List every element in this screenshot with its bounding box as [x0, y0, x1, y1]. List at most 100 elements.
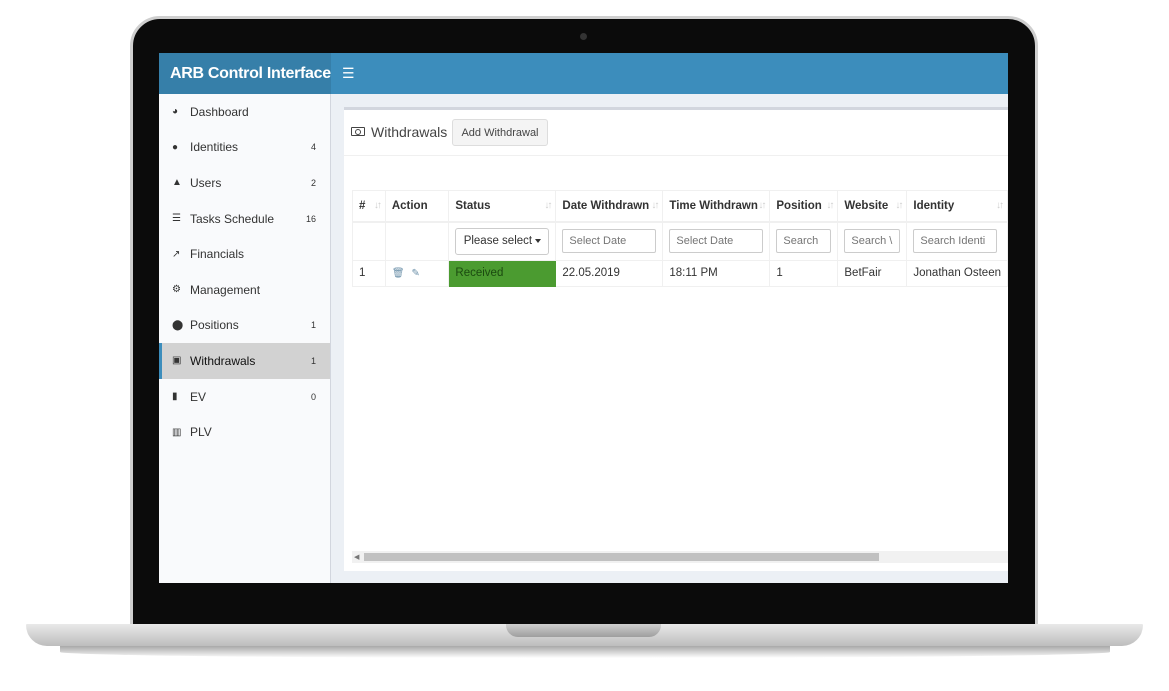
sort-icon[interactable]: ↓↑	[374, 200, 382, 211]
column-header-status[interactable]: Status ↓↑	[448, 190, 557, 223]
position-search-input[interactable]	[776, 229, 832, 254]
column-header-time-withdrawn[interactable]: Time Withdrawn ↓↑	[662, 190, 771, 223]
sidebar-item-label: Management	[190, 282, 261, 297]
scrollbar-thumb[interactable]	[364, 553, 879, 561]
money-icon	[351, 127, 365, 136]
cell-website: BetFair	[837, 260, 908, 287]
column-header-position[interactable]: Position ↓↑	[769, 190, 839, 223]
trash-icon[interactable]: 🗑	[392, 268, 405, 279]
tasks-icon: ☰	[172, 213, 181, 225]
money-icon: ▣	[172, 355, 182, 367]
table-row: 1 🗑 ✎ Received 22.05.2019 18:11 PM 1 BetF…	[352, 260, 1008, 287]
sidebar-item-label: Dashboard	[190, 104, 249, 119]
sidebar-item-ev[interactable]: ▮ EV 0	[159, 379, 330, 415]
sidebar-item-tasks-schedule[interactable]: ☰ Tasks Schedule 16	[159, 201, 330, 237]
cell-action: 🗑 ✎	[384, 260, 450, 287]
sort-icon[interactable]: ↓↑	[895, 200, 903, 211]
pencil-icon[interactable]: ✎	[412, 268, 420, 279]
column-header-label: Position	[776, 199, 822, 212]
withdrawals-box: Withdrawals Add Withdrawal # ↓↑ Action St…	[344, 107, 1008, 571]
sidebar-item-label: Financials	[190, 247, 245, 262]
caret-down-icon	[535, 239, 542, 244]
identity-search-input[interactable]	[913, 229, 998, 254]
sort-icon[interactable]: ↓↑	[651, 200, 659, 211]
screen: ARB Control Interface ☰ ◕ Dashboard ● Id…	[159, 53, 1008, 583]
column-header-label: Action	[391, 199, 428, 212]
box-header: Withdrawals Add Withdrawal	[344, 110, 1008, 156]
cell-date: 22.05.2019	[555, 260, 664, 287]
sidebar-item-plv[interactable]: ▥ PLV	[159, 414, 330, 450]
sidebar: ◕ Dashboard ● Identities 4 ▲ Users 2 ☰ T…	[159, 94, 331, 583]
sidebar-item-financials[interactable]: ↗ Financials	[159, 236, 330, 272]
sidebar-item-label: PLV	[190, 425, 212, 440]
user-secret-icon: ▲	[172, 177, 182, 189]
column-header-website[interactable]: Website ↓↑	[837, 190, 908, 223]
cell-identity: Jonathan Osteen	[906, 260, 1008, 287]
sidebar-item-label: Users	[190, 175, 222, 190]
hamburger-icon[interactable]: ☰	[342, 65, 355, 82]
laptop-notch	[506, 624, 661, 637]
column-header-label: Date Withdrawn	[562, 199, 650, 212]
horizontal-scrollbar[interactable]: ◀	[352, 551, 1008, 563]
sidebar-badge: 2	[310, 177, 316, 188]
sidebar-item-management[interactable]: ⚙ Management	[159, 272, 330, 308]
column-header-label: Website	[844, 199, 889, 212]
filter-cell-date	[555, 221, 664, 261]
sidebar-item-withdrawals[interactable]: ▣ Withdrawals 1	[159, 343, 330, 379]
date-filter-input[interactable]	[562, 229, 657, 254]
filter-cell-identity	[906, 221, 1008, 261]
page-title: Withdrawals	[371, 124, 448, 140]
top-navbar: ARB Control Interface ☰	[159, 53, 1008, 94]
column-header-label: Status	[455, 199, 491, 212]
cogs-icon: ⚙	[172, 284, 181, 296]
sort-icon[interactable]: ↓↑	[544, 200, 552, 211]
column-header-label: Time Withdrawn	[669, 199, 758, 212]
sort-icon[interactable]: ↓↑	[996, 200, 1004, 211]
filter-cell-website	[837, 221, 908, 261]
dashboard-icon: ◕	[172, 106, 179, 118]
column-header-id[interactable]: # ↓↑	[352, 190, 386, 223]
withdrawals-table: # ↓↑ Action Status ↓↑ Date Withdrawn ↓↑ Tim…	[352, 190, 1008, 287]
column-header-label: #	[359, 199, 366, 212]
sort-icon[interactable]: ↓↑	[758, 200, 766, 211]
sort-icon[interactable]: ↓↑	[826, 200, 834, 211]
sidebar-badge: 4	[310, 142, 316, 153]
cell-id: 1	[352, 260, 386, 287]
camera-icon	[580, 33, 587, 40]
filter-cell-empty	[384, 221, 450, 261]
website-search-input[interactable]	[844, 229, 901, 254]
add-withdrawal-button[interactable]: Add Withdrawal	[452, 119, 548, 146]
sidebar-badge: 0	[310, 391, 316, 402]
sidebar-item-dashboard[interactable]: ◕ Dashboard	[159, 94, 330, 130]
sidebar-item-label: Identities	[190, 140, 239, 155]
sidebar-item-label: Positions	[190, 318, 239, 333]
laptop-shadow	[60, 646, 1110, 658]
sidebar-badge: 16	[305, 213, 316, 224]
filter-cell-time	[662, 221, 771, 261]
sidebar-item-users[interactable]: ▲ Users 2	[159, 165, 330, 201]
column-header-date-withdrawn[interactable]: Date Withdrawn ↓↑	[555, 190, 664, 223]
sidebar-badge: 1	[310, 355, 316, 366]
filter-cell-empty	[352, 221, 386, 261]
scroll-left-icon[interactable]: ◀	[354, 553, 359, 561]
circle-icon: ⬤	[172, 319, 184, 331]
column-header-label: Identity	[913, 199, 955, 212]
filter-cell-status: Please select	[448, 221, 557, 261]
cell-position: 1	[769, 260, 839, 287]
sidebar-item-label: EV	[190, 389, 207, 404]
sidebar-item-identities[interactable]: ● Identities 4	[159, 130, 330, 166]
column-header-identity[interactable]: Identity ↓↑	[906, 190, 1008, 223]
status-filter-select[interactable]: Please select	[455, 227, 550, 255]
line-chart-icon: ↗	[172, 248, 181, 260]
brand-logo[interactable]: ARB Control Interface	[159, 53, 331, 94]
table-header-row: # ↓↑ Action Status ↓↑ Date Withdrawn ↓↑ Tim…	[352, 190, 1008, 223]
time-filter-input[interactable]	[669, 229, 764, 254]
sidebar-badge: 1	[310, 320, 316, 331]
cell-time: 18:11 PM	[662, 260, 771, 287]
bar-chart-icon: ▥	[172, 426, 182, 438]
sidebar-item-positions[interactable]: ⬤ Positions 1	[159, 308, 330, 344]
status-badge: Received	[448, 260, 557, 287]
filter-row: Please select	[352, 221, 1008, 261]
user-icon: ●	[172, 141, 179, 153]
status-filter-value: Please select	[463, 235, 533, 248]
